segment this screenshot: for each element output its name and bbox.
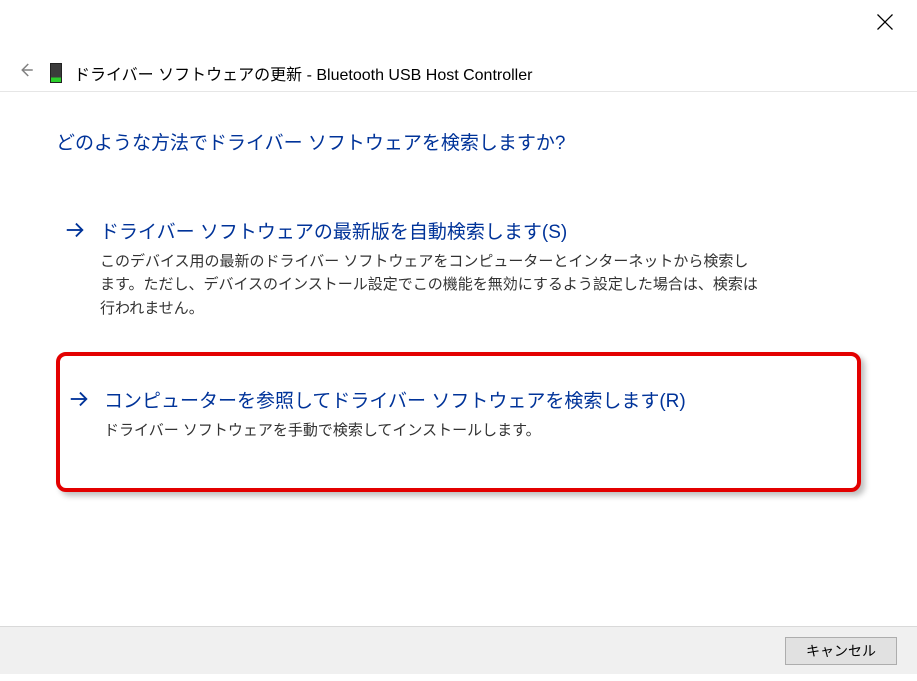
option-auto-search[interactable]: ドライバー ソフトウェアの最新版を自動検索します(S) このデバイス用の最新のド… [56,203,861,338]
cancel-button[interactable]: キャンセル [785,637,897,665]
close-button[interactable] [875,12,895,32]
option-auto-title: ドライバー ソフトウェアの最新版を自動検索します(S) [100,217,845,244]
option-auto-desc: このデバイス用の最新のドライバー ソフトウェアをコンピューターとインターネットか… [100,250,760,320]
back-arrow-icon [17,61,35,84]
option-auto-text: ドライバー ソフトウェアの最新版を自動検索します(S) このデバイス用の最新のド… [100,217,845,320]
page-heading: どのような方法でドライバー ソフトウェアを検索しますか? [56,128,861,155]
back-button[interactable] [14,61,38,85]
option-browse-title: コンピューターを参照してドライバー ソフトウェアを検索します(R) [104,386,841,413]
title-prefix: ドライバー ソフトウェアの更新 - [74,67,316,84]
option-browse-desc: ドライバー ソフトウェアを手動で検索してインストールします。 [104,419,764,442]
device-icon [50,63,62,83]
header-bar: ドライバー ソフトウェアの更新 - Bluetooth USB Host Con… [0,0,917,92]
title-device-name: Bluetooth USB Host Controller [316,67,532,84]
option-browse-computer[interactable]: コンピューターを参照してドライバー ソフトウェアを検索します(R) ドライバー … [60,356,857,448]
footer-bar: キャンセル [0,626,917,674]
content-area: どのような方法でドライバー ソフトウェアを検索しますか? ドライバー ソフトウェ… [0,92,917,492]
option-browse-text: コンピューターを参照してドライバー ソフトウェアを検索します(R) ドライバー … [104,386,841,442]
dialog-title: ドライバー ソフトウェアの更新 - Bluetooth USB Host Con… [74,61,532,85]
highlighted-option-frame: コンピューターを参照してドライバー ソフトウェアを検索します(R) ドライバー … [56,352,861,492]
dialog-window: ドライバー ソフトウェアの更新 - Bluetooth USB Host Con… [0,0,917,681]
arrow-right-icon [64,219,86,241]
arrow-right-icon [68,388,90,410]
close-icon [875,19,895,36]
